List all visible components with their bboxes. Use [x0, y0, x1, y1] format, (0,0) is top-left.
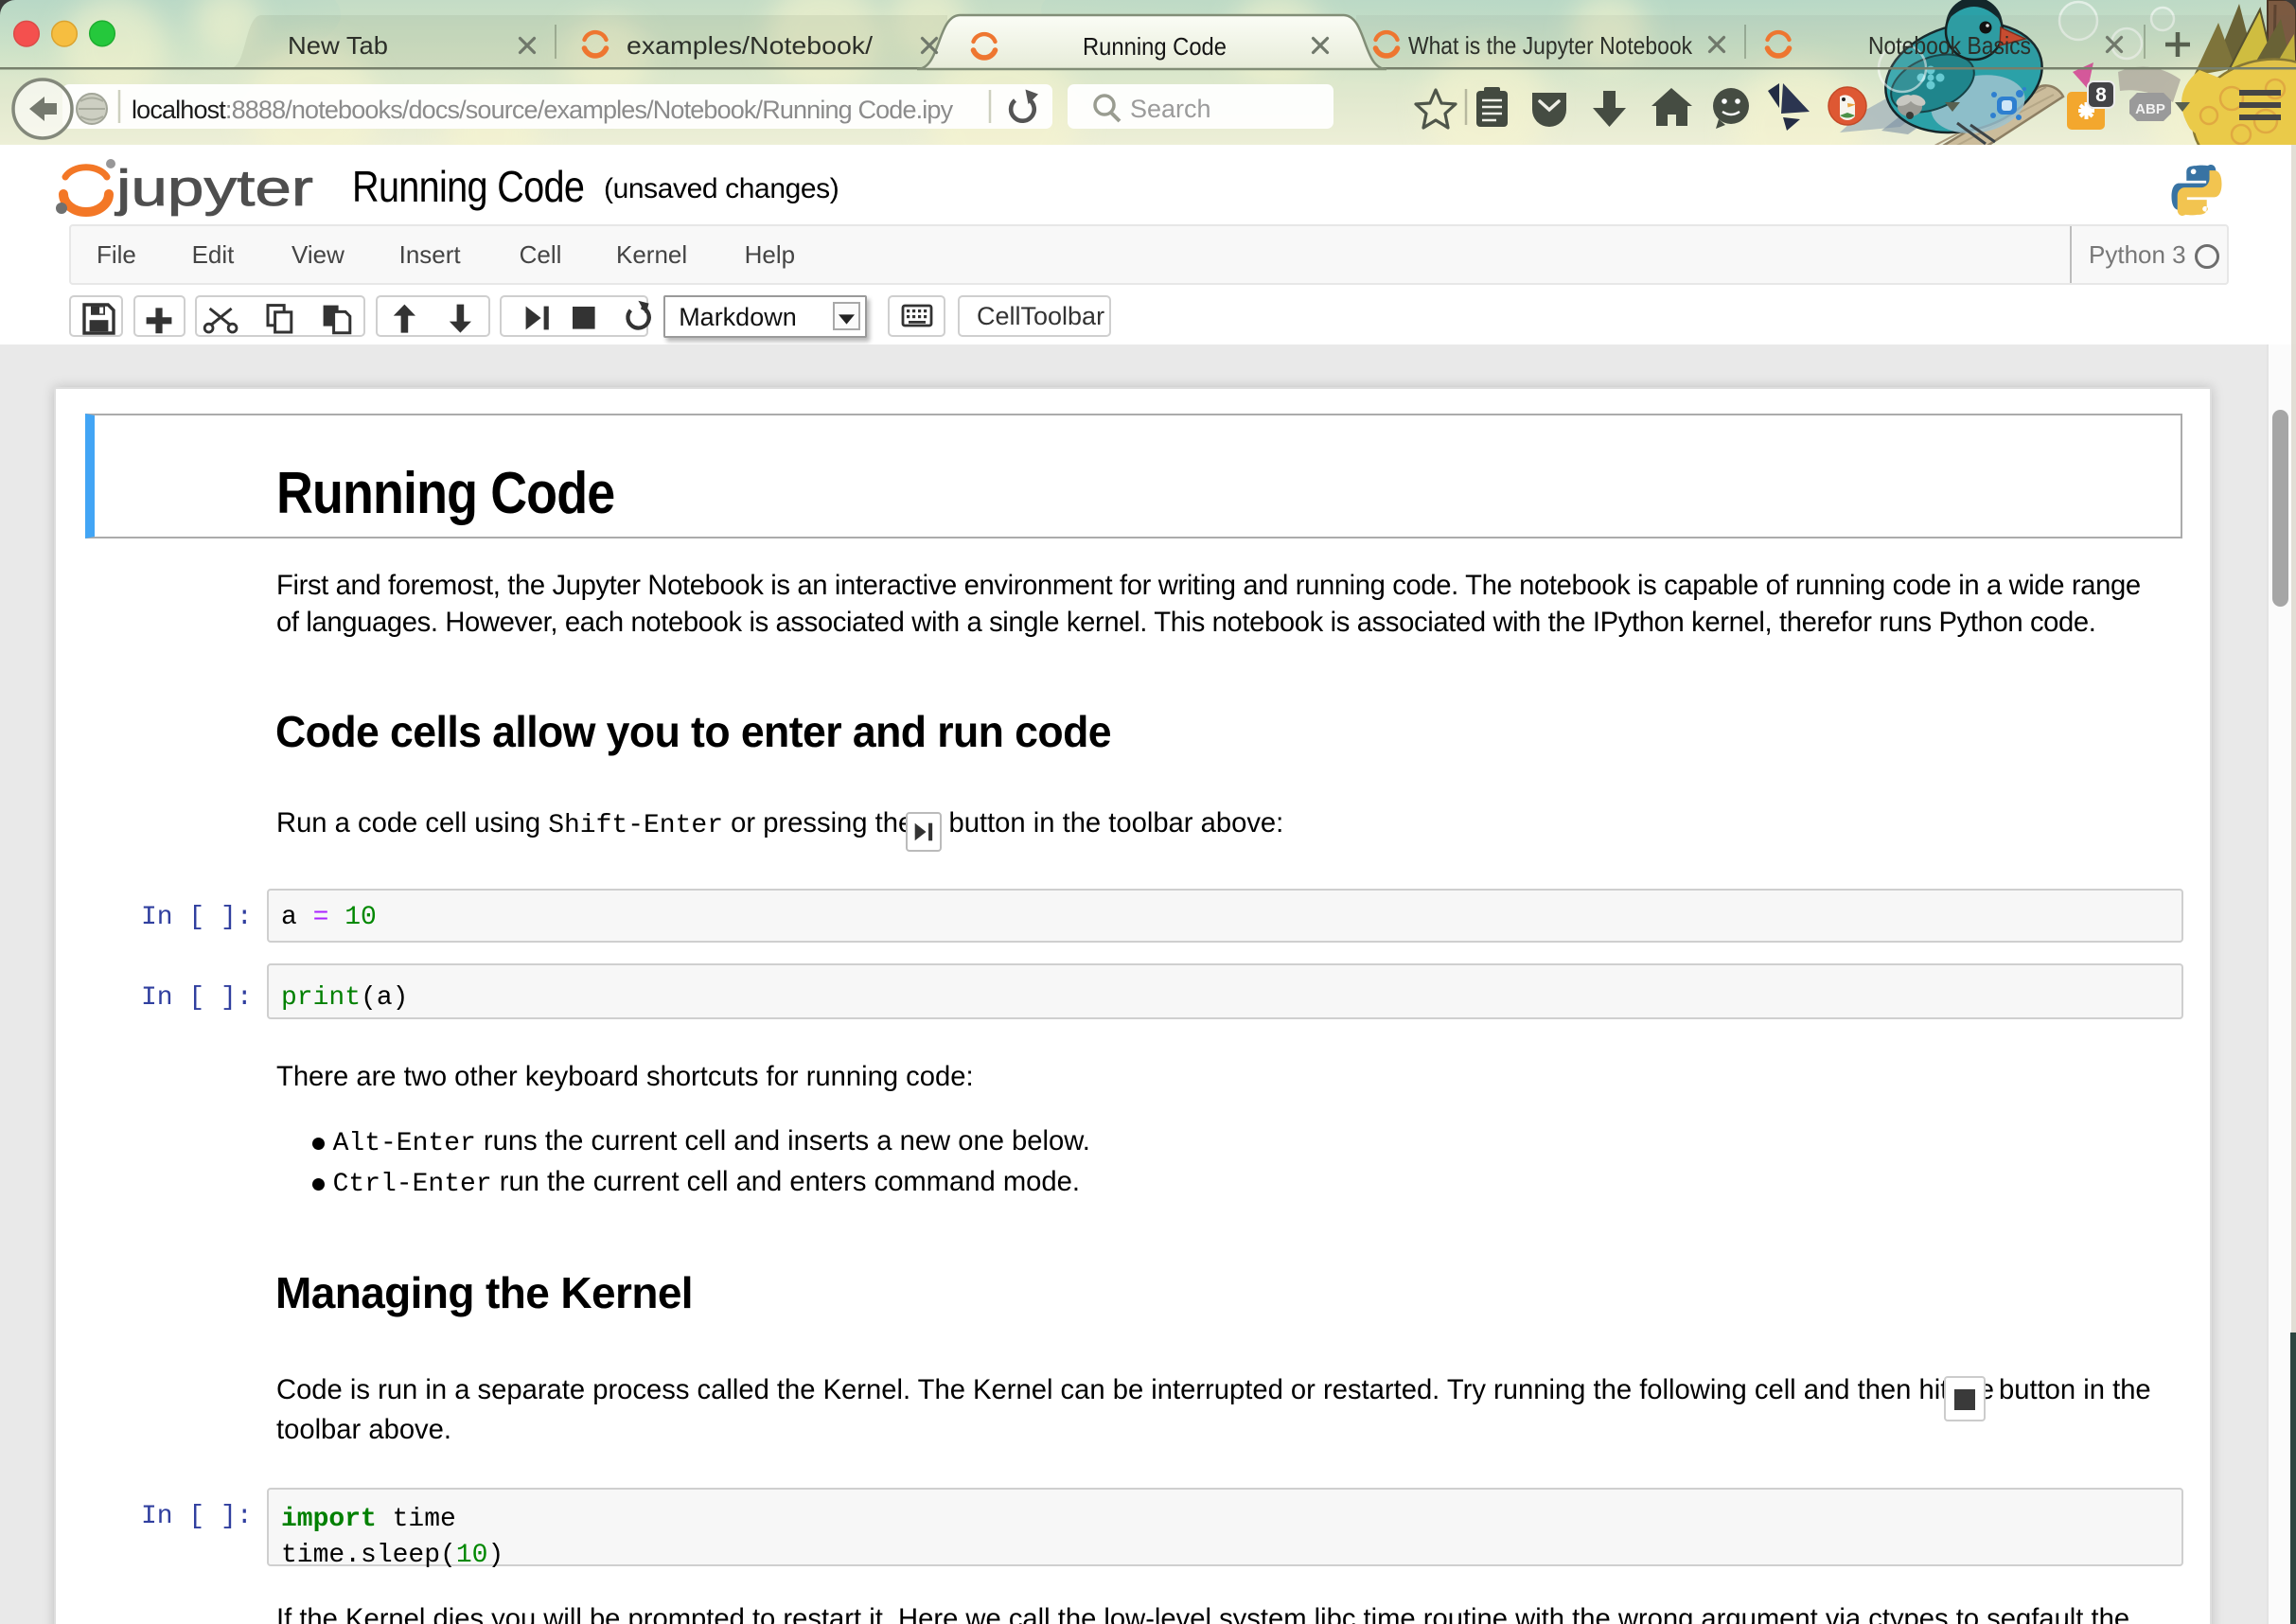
svg-text:ABP: ABP — [2135, 101, 2165, 117]
svg-text:jupyter: jupyter — [114, 160, 313, 217]
svg-text:New Tab: New Tab — [288, 31, 388, 60]
svg-text:examples/Notebook/: examples/Notebook/ — [627, 31, 874, 60]
svg-text:8: 8 — [2095, 84, 2107, 106]
svg-text:Search: Search — [1130, 95, 1211, 123]
svg-text:Running Code: Running Code — [1083, 32, 1227, 61]
svg-text:Notebook Basics: Notebook Basics — [1868, 31, 2031, 60]
svg-text:What is the Jupyter Notebook: What is the Jupyter Notebook — [1408, 31, 1693, 60]
svg-text:localhost:8888/notebooks/docs/: localhost:8888/notebooks/docs/source/exa… — [132, 96, 954, 124]
